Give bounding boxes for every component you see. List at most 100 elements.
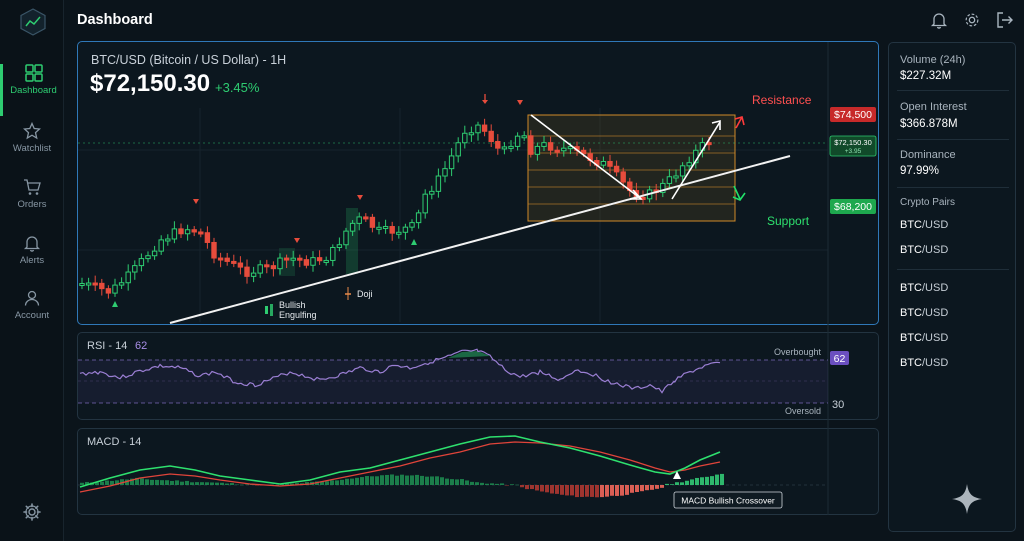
macd-bar — [180, 481, 184, 485]
sparkle-icon[interactable] — [950, 482, 984, 516]
macd-bar — [470, 481, 474, 485]
macd-bar — [465, 480, 469, 485]
macd-bar — [345, 478, 349, 485]
candle-body — [99, 282, 105, 290]
candle-body — [402, 226, 409, 233]
macd-bar — [575, 485, 579, 498]
svg-text:$68,200: $68,200 — [834, 201, 872, 213]
crossover-tooltip: MACD Bullish Crossover — [673, 491, 783, 509]
macd-bar — [510, 484, 514, 485]
macd-bar — [225, 483, 229, 485]
macd-bar — [335, 480, 339, 485]
candle-body — [686, 162, 692, 167]
macd-bar — [480, 482, 484, 485]
candle-body — [178, 228, 184, 235]
rsi-band — [78, 360, 828, 403]
macd-bar — [440, 477, 444, 485]
macd-title: MACD - 14 — [87, 436, 141, 448]
macd-bar — [400, 474, 404, 485]
candle-body — [336, 244, 343, 248]
resistance-label: Resistance — [752, 93, 812, 107]
rsi-oversold-value: 30 — [832, 399, 844, 411]
candle-body — [237, 262, 244, 268]
candle-body — [151, 250, 158, 257]
macd-bar — [490, 483, 494, 485]
macd-bar — [245, 484, 249, 485]
rsi-title: RSI - 14 — [87, 340, 127, 352]
candle-body — [541, 142, 547, 147]
candle-body — [382, 226, 389, 230]
macd-bar — [185, 480, 189, 485]
pair-item[interactable]: BTC/USD — [900, 332, 948, 344]
divider — [897, 269, 1009, 270]
candle-body — [125, 271, 131, 284]
macd-bar — [615, 485, 619, 496]
chart-canvas[interactable]: Bullish Engulfing Doji Resistance Suppor… — [0, 0, 1024, 541]
candle-body — [435, 175, 442, 192]
pair-item[interactable]: BTC/USD — [900, 307, 948, 319]
annotation-bullish-engulfing: Bullish Engulfing — [265, 300, 317, 320]
macd-bar — [455, 479, 459, 485]
macd-bar — [645, 485, 649, 491]
candle-body — [475, 124, 481, 134]
candle-body — [105, 288, 112, 294]
support-price-tag: $68,200 — [830, 199, 876, 214]
candle-body — [158, 239, 164, 252]
pair-item[interactable]: BTC/USD — [900, 282, 948, 294]
candle-body — [495, 141, 501, 149]
candle-body — [666, 176, 673, 184]
candle-body — [389, 226, 395, 234]
candle-body — [356, 216, 362, 224]
macd-bar — [535, 485, 539, 491]
pair-item[interactable]: BTC/USD — [900, 244, 948, 256]
macd-bar — [700, 477, 704, 485]
pair-item[interactable]: BTC/USD — [900, 219, 948, 231]
macd-bar — [415, 474, 419, 485]
macd-bar — [105, 480, 109, 485]
macd-bar — [210, 482, 214, 485]
macd-bar — [140, 478, 144, 485]
pair-item[interactable]: BTC/USD — [900, 357, 948, 369]
candle-body — [303, 259, 310, 266]
candle-body — [231, 260, 237, 264]
crypto-pairs-label: Crypto Pairs — [900, 197, 956, 208]
annotation-label: Engulfing — [279, 310, 317, 320]
macd-bar — [230, 483, 234, 485]
macd-bar — [175, 480, 179, 485]
candle-body — [145, 255, 151, 260]
candle-body — [363, 216, 369, 220]
candle-body — [547, 142, 554, 151]
dominance-value: 97.99% — [900, 165, 940, 177]
macd-bar — [605, 485, 609, 497]
candle-body — [92, 282, 98, 286]
macd-bar — [620, 485, 624, 496]
candle-body — [250, 272, 257, 277]
candle-body — [415, 212, 422, 224]
rsi-value-inline: 62 — [135, 340, 147, 352]
macd-bar — [190, 482, 194, 485]
candle-body — [600, 160, 607, 166]
candle-body — [673, 175, 679, 179]
dominance-label: Dominance — [900, 149, 956, 161]
macd-bar — [340, 479, 344, 485]
macd-bar — [385, 474, 389, 485]
macd-bar — [430, 476, 434, 485]
candle-body — [264, 264, 270, 268]
macd-bar — [680, 482, 684, 485]
candle-body — [396, 231, 402, 235]
candle-body — [679, 165, 686, 177]
candle-body — [211, 241, 217, 259]
candle-body — [257, 264, 263, 274]
macd-bar — [390, 474, 394, 485]
candle-body — [191, 229, 197, 233]
candle-body — [448, 155, 455, 170]
macd-bar — [360, 477, 364, 485]
macd-bar — [670, 484, 674, 485]
candle-body — [198, 231, 204, 235]
macd-bar — [240, 484, 244, 486]
macd-bar — [80, 482, 84, 485]
macd-bar — [160, 480, 164, 485]
macd-bar — [110, 480, 114, 485]
macd-bar — [530, 485, 534, 490]
candle-body — [132, 265, 138, 273]
